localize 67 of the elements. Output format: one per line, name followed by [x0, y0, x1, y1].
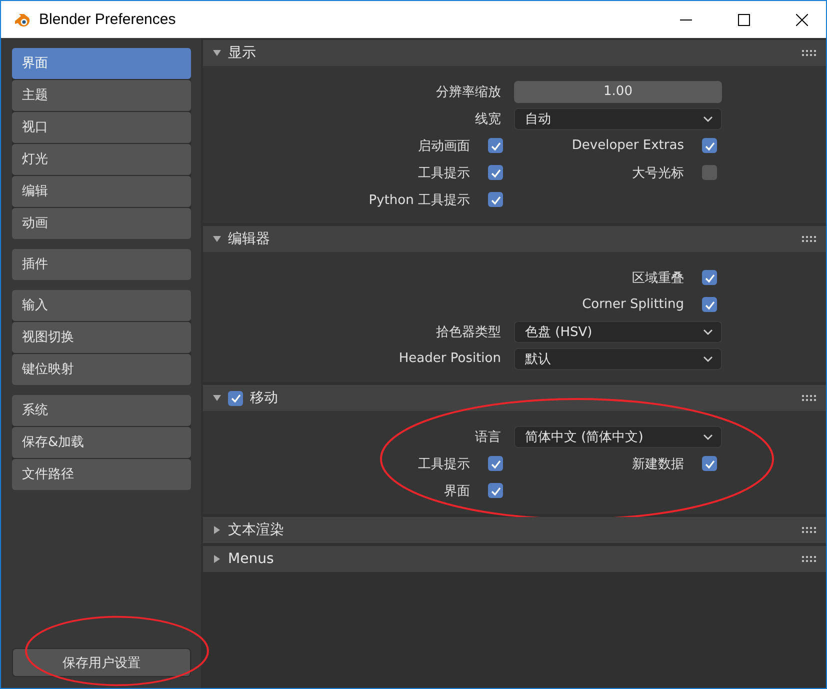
checkbox-label: 区域重叠 [632, 270, 684, 286]
section-header[interactable]: 文本渲染 [203, 517, 826, 543]
field-label: 语言 [474, 428, 501, 446]
dropdown[interactable]: 默认 [514, 348, 722, 370]
close-icon[interactable] [796, 14, 808, 26]
checkbox-label: 大号光标 [632, 164, 684, 182]
sidebar-item[interactable]: 系统 [12, 395, 191, 426]
checkbox-label: 启动画面 [418, 138, 470, 154]
section-title: Menus [228, 551, 274, 567]
checkbox[interactable] [228, 390, 243, 406]
section-title: 移动 [250, 389, 278, 407]
checkbox-label: Developer Extras [572, 138, 684, 153]
sidebar-item[interactable]: 保存&加载 [12, 427, 191, 458]
chevron-down-icon [703, 434, 713, 440]
maximize-icon[interactable] [738, 14, 750, 26]
checkbox[interactable] [702, 138, 717, 153]
field-label: 拾色器类型 [435, 324, 501, 340]
save-preferences-button[interactable]: 保存用户设置 [12, 648, 191, 677]
checkbox[interactable] [702, 456, 717, 471]
drag-handle-icon[interactable] [802, 236, 816, 242]
section-header[interactable]: 显示 [203, 40, 826, 66]
window-title: Blender Preferences [39, 11, 176, 28]
checkbox[interactable] [702, 297, 717, 312]
section-header[interactable]: 编辑器 [203, 226, 826, 252]
dropdown[interactable]: 自动 [514, 108, 722, 130]
field-label: 分辨率缩放 [435, 84, 501, 100]
sidebar-item[interactable]: 文件路径 [12, 459, 191, 490]
section-title: 文本渲染 [228, 521, 284, 539]
section-header[interactable]: 移动 [203, 385, 826, 411]
drag-handle-icon[interactable] [802, 556, 816, 562]
checkbox[interactable] [702, 165, 717, 180]
checkbox-label: 新建数据 [632, 456, 684, 472]
sidebar-item[interactable]: 输入 [12, 290, 191, 321]
checkbox[interactable] [702, 270, 717, 285]
chevron-down-icon [703, 116, 713, 122]
checkbox-label: Python 工具提示 [368, 192, 470, 208]
checkbox-label: 工具提示 [418, 456, 470, 472]
number-field[interactable]: 1.00 [514, 80, 722, 102]
field-label: 线宽 [474, 110, 501, 128]
chevron-down-icon [703, 356, 713, 362]
section-title: 显示 [228, 44, 256, 62]
chevron-down-icon [703, 328, 713, 334]
field-label: Header Position [398, 351, 501, 366]
checkbox-label: 界面 [444, 482, 470, 500]
sidebar-item[interactable]: 键位映射 [12, 354, 191, 385]
checkbox[interactable] [488, 456, 503, 471]
sidebar-item[interactable]: 编辑 [12, 176, 191, 207]
checkbox[interactable] [488, 192, 503, 207]
section-header[interactable]: Menus [203, 546, 826, 572]
drag-handle-icon[interactable] [802, 395, 816, 401]
sidebar-item[interactable]: 主题 [12, 80, 191, 111]
section-title: 编辑器 [228, 230, 270, 248]
sidebar-item[interactable]: 灯光 [12, 144, 191, 175]
checkbox-label: Corner Splitting [582, 297, 684, 312]
sidebar-item[interactable]: 视口 [12, 112, 191, 143]
checkbox[interactable] [488, 483, 503, 498]
checkbox[interactable] [488, 138, 503, 153]
sidebar-item[interactable]: 插件 [12, 249, 191, 280]
sidebar-item[interactable]: 动画 [12, 208, 191, 239]
dropdown[interactable]: 色盘 (HSV) [514, 320, 722, 342]
sidebar-item[interactable]: 界面 [12, 48, 191, 79]
checkbox-label: 工具提示 [418, 164, 470, 182]
drag-handle-icon[interactable] [802, 50, 816, 56]
checkbox[interactable] [488, 165, 503, 180]
drag-handle-icon[interactable] [802, 527, 816, 533]
sidebar-item[interactable]: 视图切换 [12, 322, 191, 353]
dropdown[interactable]: 简体中文 (简体中文) [514, 426, 722, 448]
